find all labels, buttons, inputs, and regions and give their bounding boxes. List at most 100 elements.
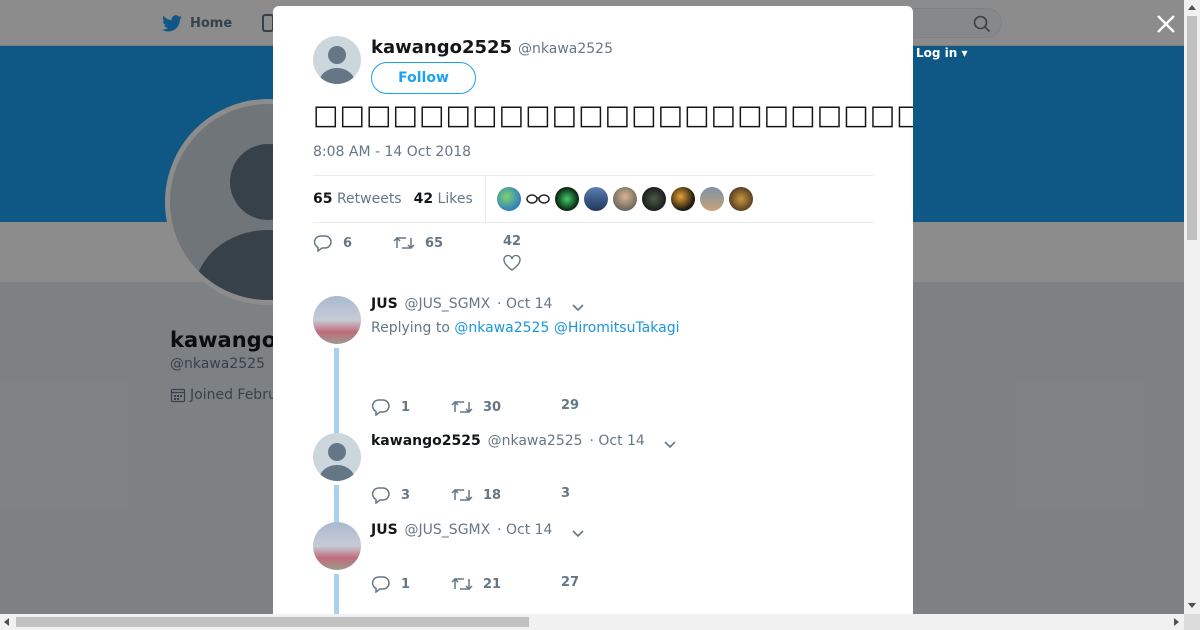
liker-avatar[interactable] [583, 187, 608, 211]
reply-icon [371, 399, 390, 416]
liker-avatar[interactable] [728, 187, 753, 211]
chevron-down-icon[interactable] [571, 300, 585, 314]
reply-icon [313, 235, 332, 252]
like-action[interactable]: 27 [561, 575, 579, 590]
likes-stat[interactable]: 42 Likes [414, 191, 473, 207]
liker-avatar[interactable] [641, 187, 666, 211]
mention-link[interactable]: @nkawa2525 [454, 320, 549, 336]
reply-author[interactable]: JUS @JUS_SGMX · Oct 14 [371, 296, 552, 312]
tweet-author-name[interactable]: kawango2525 [371, 37, 512, 58]
default-avatar-icon [319, 46, 355, 84]
mention-link[interactable]: @HiromitsuTakagi [554, 320, 680, 336]
retweet-count: 18 [483, 487, 502, 503]
retweet-action[interactable]: 30 [451, 398, 501, 416]
reply-count: 1 [401, 399, 411, 415]
retweet-icon [451, 400, 473, 414]
horizontal-scrollbar[interactable] [0, 614, 1184, 630]
reply-actions: 1 21 27 [371, 575, 591, 599]
horizontal-scroll-thumb[interactable] [16, 617, 529, 627]
reply-author-handle: @nkawa2525 [487, 433, 583, 449]
reply-tweet[interactable]: kawango2525 @nkawa2525 · Oct 14 3 18 3 [313, 433, 893, 523]
vertical-scrollbar[interactable] [1184, 0, 1200, 614]
liker-avatar[interactable] [554, 187, 579, 211]
like-action[interactable]: 29 [561, 398, 579, 413]
reply-action[interactable]: 6 [313, 234, 352, 252]
scroll-down-arrow[interactable] [1188, 603, 1196, 608]
tweet-author-avatar[interactable] [313, 36, 361, 84]
retweet-icon [393, 236, 415, 250]
reply-date[interactable]: · Oct 14 [497, 522, 552, 538]
scroll-up-arrow[interactable] [1188, 5, 1196, 10]
close-button[interactable] [1153, 11, 1179, 37]
tweet-actions: 6 65 42 [313, 234, 713, 284]
liker-avatar[interactable] [612, 187, 637, 211]
reply-date[interactable]: · Oct 14 [589, 433, 644, 449]
follow-button[interactable]: Follow [371, 62, 476, 94]
thread-line [334, 574, 339, 614]
like-count: 3 [561, 486, 571, 501]
liker-avatar[interactable] [699, 187, 724, 211]
tweet-stats: 65 Retweets 42 Likes [313, 175, 873, 223]
liker-avatar[interactable] [670, 187, 695, 211]
reply-author[interactable]: kawango2525 @nkawa2525 · Oct 14 [371, 433, 645, 449]
retweets-count: 65 [313, 191, 333, 207]
reply-author[interactable]: JUS @JUS_SGMX · Oct 14 [371, 522, 552, 538]
reply-tweet[interactable]: JUS @JUS_SGMX · Oct 14 1 21 27 [313, 522, 893, 614]
chevron-down-icon[interactable] [663, 437, 677, 451]
close-icon [1157, 15, 1175, 33]
reply-action[interactable]: 1 [371, 398, 410, 416]
vertical-scroll-thumb[interactable] [1187, 16, 1197, 240]
reply-count: 3 [401, 487, 411, 503]
heart-icon [503, 255, 521, 271]
tweet-timestamp[interactable]: 8:08 AM - 14 Oct 2018 [313, 144, 471, 160]
retweet-count: 21 [483, 576, 502, 592]
liker-avatar[interactable] [496, 187, 521, 211]
tweet-author-handle[interactable]: @nkawa2525 [518, 41, 613, 57]
scroll-right-arrow[interactable] [1174, 618, 1179, 626]
like-action[interactable]: 42 [503, 234, 521, 271]
retweet-count: 30 [483, 399, 502, 415]
thread-line [334, 348, 339, 436]
login-link[interactable]: Log in ▾ [916, 46, 968, 60]
reply-icon [371, 576, 390, 593]
chevron-down-icon[interactable] [571, 526, 585, 540]
reply-author-name: JUS [371, 296, 398, 312]
like-action[interactable]: 3 [561, 486, 570, 501]
reply-avatar[interactable] [313, 296, 361, 344]
reply-count: 6 [343, 235, 353, 251]
retweet-action[interactable]: 18 [451, 486, 501, 504]
default-avatar-icon [319, 443, 355, 481]
reply-avatar[interactable] [313, 433, 361, 481]
stats-divider [484, 175, 486, 223]
likes-label: Likes [437, 191, 473, 207]
reply-avatar[interactable] [313, 522, 361, 570]
tweet-text: □□□□□□□□□□□□□□□□□□□□□□□□□□□□□□□□□□□□□□□□… [313, 100, 913, 131]
retweet-action[interactable]: 65 [393, 234, 443, 252]
reply-tweet[interactable]: JUS @JUS_SGMX · Oct 14 Replying to @nkaw… [313, 296, 893, 436]
retweet-action[interactable]: 21 [451, 575, 501, 593]
liker-avatars [496, 187, 753, 211]
reply-action[interactable]: 3 [371, 486, 410, 504]
retweet-icon [451, 577, 473, 591]
scrollbar-corner [1184, 614, 1200, 630]
like-count: 29 [561, 398, 580, 413]
replying-to-prefix: Replying to [371, 320, 450, 336]
reply-icon [371, 487, 390, 504]
reply-actions: 3 18 3 [371, 486, 591, 510]
reply-author-handle: @JUS_SGMX [404, 296, 491, 312]
retweet-count: 65 [425, 235, 444, 251]
reply-author-name: kawango2525 [371, 433, 481, 449]
reply-actions: 1 30 29 [371, 398, 591, 422]
reply-date[interactable]: · Oct 14 [497, 296, 552, 312]
reply-author-handle: @JUS_SGMX [404, 522, 491, 538]
scroll-left-arrow[interactable] [4, 618, 9, 626]
replying-to: Replying to @nkawa2525 @HiromitsuTakagi [371, 320, 679, 336]
retweets-stat[interactable]: 65 Retweets [313, 191, 402, 207]
tweet-modal: kawango2525 @nkawa2525 Follow □□□□□□□□□□… [273, 6, 913, 614]
reply-action[interactable]: 1 [371, 575, 410, 593]
likes-count: 42 [413, 191, 434, 207]
glasses-icon [526, 194, 550, 204]
reply-count: 1 [401, 576, 411, 592]
like-count: 42 [503, 234, 522, 249]
liker-avatar[interactable] [525, 187, 550, 211]
